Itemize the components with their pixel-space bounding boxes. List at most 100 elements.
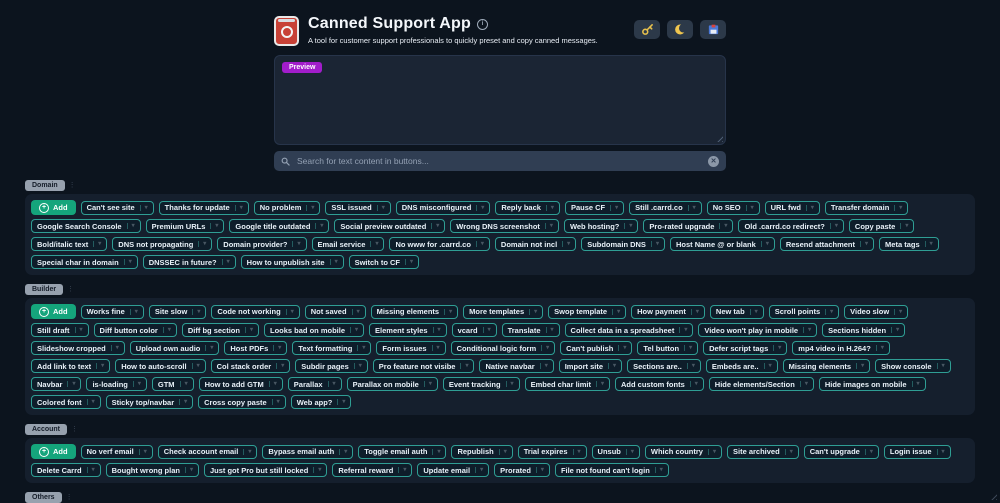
chevron-down-icon[interactable]: ▾ (357, 345, 365, 351)
section-menu-icon[interactable]: ⋮ (71, 426, 78, 434)
canned-message-button[interactable]: Collect data in a spreadsheet ▾ (564, 323, 694, 337)
canned-message-button[interactable]: Event tracking ▾ (442, 377, 520, 391)
canned-message-button[interactable]: DNSSEC in future? ▾ (142, 255, 236, 269)
chevron-down-icon[interactable]: ▾ (784, 448, 793, 455)
chevron-down-icon[interactable]: ▾ (763, 363, 772, 369)
chevron-down-icon[interactable]: ▾ (370, 241, 378, 247)
chevron-down-icon[interactable]: ▾ (545, 204, 554, 211)
chevron-down-icon[interactable]: ▾ (86, 399, 95, 405)
chevron-down-icon[interactable]: ▾ (327, 381, 336, 387)
canned-message-button[interactable]: Scroll points ▾ (768, 304, 840, 319)
add-button[interactable]: + Add (31, 444, 76, 459)
chevron-down-icon[interactable]: ▾ (179, 399, 187, 405)
canned-message-button[interactable]: Embeds are.. ▾ (705, 359, 778, 373)
chevron-down-icon[interactable]: ▾ (498, 448, 507, 455)
section-menu-icon[interactable]: ⋮ (66, 494, 73, 502)
chevron-down-icon[interactable]: ▾ (690, 308, 699, 315)
canned-message-button[interactable]: Social preview outdated ▾ (334, 219, 446, 233)
chevron-down-icon[interactable]: ▾ (805, 204, 814, 211)
chevron-down-icon[interactable]: ▾ (475, 467, 483, 473)
canned-message-button[interactable]: Bought wrong plan ▾ (105, 463, 199, 477)
chevron-down-icon[interactable]: ▾ (875, 345, 884, 351)
chevron-down-icon[interactable]: ▾ (541, 345, 549, 351)
canned-message-button[interactable]: How to unpublish site ▾ (240, 255, 344, 269)
canned-message-button[interactable]: Web hosting? ▾ (563, 219, 639, 233)
section-badge-domain[interactable]: Domain (25, 180, 65, 191)
chevron-down-icon[interactable]: ▾ (86, 467, 95, 473)
chevron-down-icon[interactable]: ▾ (539, 363, 548, 369)
canned-message-button[interactable]: Diff button color ▾ (93, 323, 177, 337)
chevron-down-icon[interactable]: ▾ (475, 241, 484, 247)
canned-message-button[interactable]: Cross copy paste ▾ (198, 395, 286, 409)
canned-message-button[interactable]: File not found can't login ▾ (554, 463, 669, 477)
chevron-down-icon[interactable]: ▾ (234, 204, 243, 211)
chevron-down-icon[interactable]: ▾ (398, 467, 406, 473)
canned-message-button[interactable]: DNS misconfigured ▾ (395, 200, 491, 215)
canned-message-button[interactable]: Diff bg section ▾ (181, 323, 259, 337)
chevron-down-icon[interactable]: ▾ (679, 327, 687, 333)
chevron-down-icon[interactable]: ▾ (707, 448, 716, 455)
chevron-down-icon[interactable]: ▾ (856, 363, 864, 369)
chevron-down-icon[interactable]: ▾ (803, 327, 811, 333)
chevron-down-icon[interactable]: ▾ (273, 345, 281, 351)
dark-mode-button[interactable] (667, 20, 693, 39)
chevron-down-icon[interactable]: ▾ (192, 308, 200, 315)
canned-message-button[interactable]: Reply back ▾ (495, 200, 560, 215)
canned-message-button[interactable]: Premium URLs ▾ (145, 219, 225, 233)
canned-message-button[interactable]: Prorated ▾ (494, 463, 550, 477)
chevron-down-icon[interactable]: ▾ (476, 204, 484, 211)
canned-message-button[interactable]: No SEO ▾ (706, 200, 760, 215)
canned-message-button[interactable]: Hide elements/Section ▾ (708, 377, 814, 391)
canned-message-button[interactable]: Login issue ▾ (883, 444, 951, 459)
chevron-down-icon[interactable]: ▾ (179, 381, 188, 387)
section-badge-others[interactable]: Others (25, 492, 62, 503)
chevron-down-icon[interactable]: ▾ (350, 327, 358, 333)
canned-message-button[interactable]: Bypass email auth ▾ (262, 444, 354, 459)
chevron-down-icon[interactable]: ▾ (610, 204, 618, 211)
info-icon[interactable]: i (477, 18, 488, 30)
canned-message-button[interactable]: How to add GTM ▾ (198, 377, 283, 391)
section-badge-account[interactable]: Account (25, 424, 67, 435)
canned-message-button[interactable]: Parallax ▾ (287, 377, 342, 391)
canned-message-button[interactable]: Swop template ▾ (548, 304, 627, 319)
chevron-down-icon[interactable]: ▾ (431, 345, 440, 351)
canned-message-button[interactable]: Meta tags ▾ (879, 237, 939, 251)
canned-message-button[interactable]: Slideshow cropped ▾ (31, 341, 125, 355)
canned-message-button[interactable]: GTM ▾ (151, 377, 194, 391)
chevron-down-icon[interactable]: ▾ (126, 223, 135, 229)
add-button[interactable]: + Add (31, 304, 76, 319)
chevron-down-icon[interactable]: ▾ (596, 381, 604, 387)
canned-message-button[interactable]: Host Name @ or blank ▾ (669, 237, 775, 251)
search-input[interactable] (295, 155, 708, 167)
canned-message-button[interactable]: Wrong DNS screenshot ▾ (450, 219, 559, 233)
canned-message-button[interactable]: Resend attachment ▾ (779, 237, 875, 251)
canned-message-button[interactable]: Which country ▾ (644, 444, 722, 459)
canned-message-button[interactable]: Just got Pro but still locked ▾ (203, 463, 328, 477)
chevron-down-icon[interactable]: ▾ (505, 381, 514, 387)
chevron-down-icon[interactable]: ▾ (760, 241, 769, 247)
chevron-down-icon[interactable]: ▾ (139, 204, 148, 211)
chevron-down-icon[interactable]: ▾ (624, 223, 632, 229)
canned-message-button[interactable]: Site archived ▾ (727, 444, 799, 459)
canned-message-button[interactable]: Host PDFs ▾ (224, 341, 288, 355)
section-badge-builder[interactable]: Builder (25, 284, 64, 295)
add-button[interactable]: + Add (31, 200, 76, 215)
chevron-down-icon[interactable]: ▾ (129, 308, 138, 315)
chevron-down-icon[interactable]: ▾ (684, 345, 692, 351)
canned-message-button[interactable]: Sections hidden ▾ (822, 323, 906, 337)
canned-message-button[interactable]: Still draft ▾ (31, 323, 89, 337)
chevron-down-icon[interactable]: ▾ (268, 381, 277, 387)
canned-message-button[interactable]: Tel button ▾ (637, 341, 699, 355)
canned-message-button[interactable]: Domain provider? ▾ (217, 237, 307, 251)
canned-message-button[interactable]: Video slow ▾ (844, 304, 909, 319)
key-button[interactable] (634, 20, 660, 39)
chevron-down-icon[interactable]: ▾ (618, 345, 626, 351)
canned-message-button[interactable]: Hide images on mobile ▾ (818, 377, 926, 391)
chevron-down-icon[interactable]: ▾ (686, 363, 695, 369)
chevron-down-icon[interactable]: ▾ (339, 448, 347, 455)
canned-message-button[interactable]: Col stack order ▾ (210, 359, 291, 373)
canned-message-button[interactable]: Republish ▾ (451, 444, 513, 459)
chevron-down-icon[interactable]: ▾ (285, 308, 294, 315)
canned-message-button[interactable]: Sections are.. ▾ (627, 359, 701, 373)
chevron-down-icon[interactable]: ▾ (221, 259, 230, 265)
